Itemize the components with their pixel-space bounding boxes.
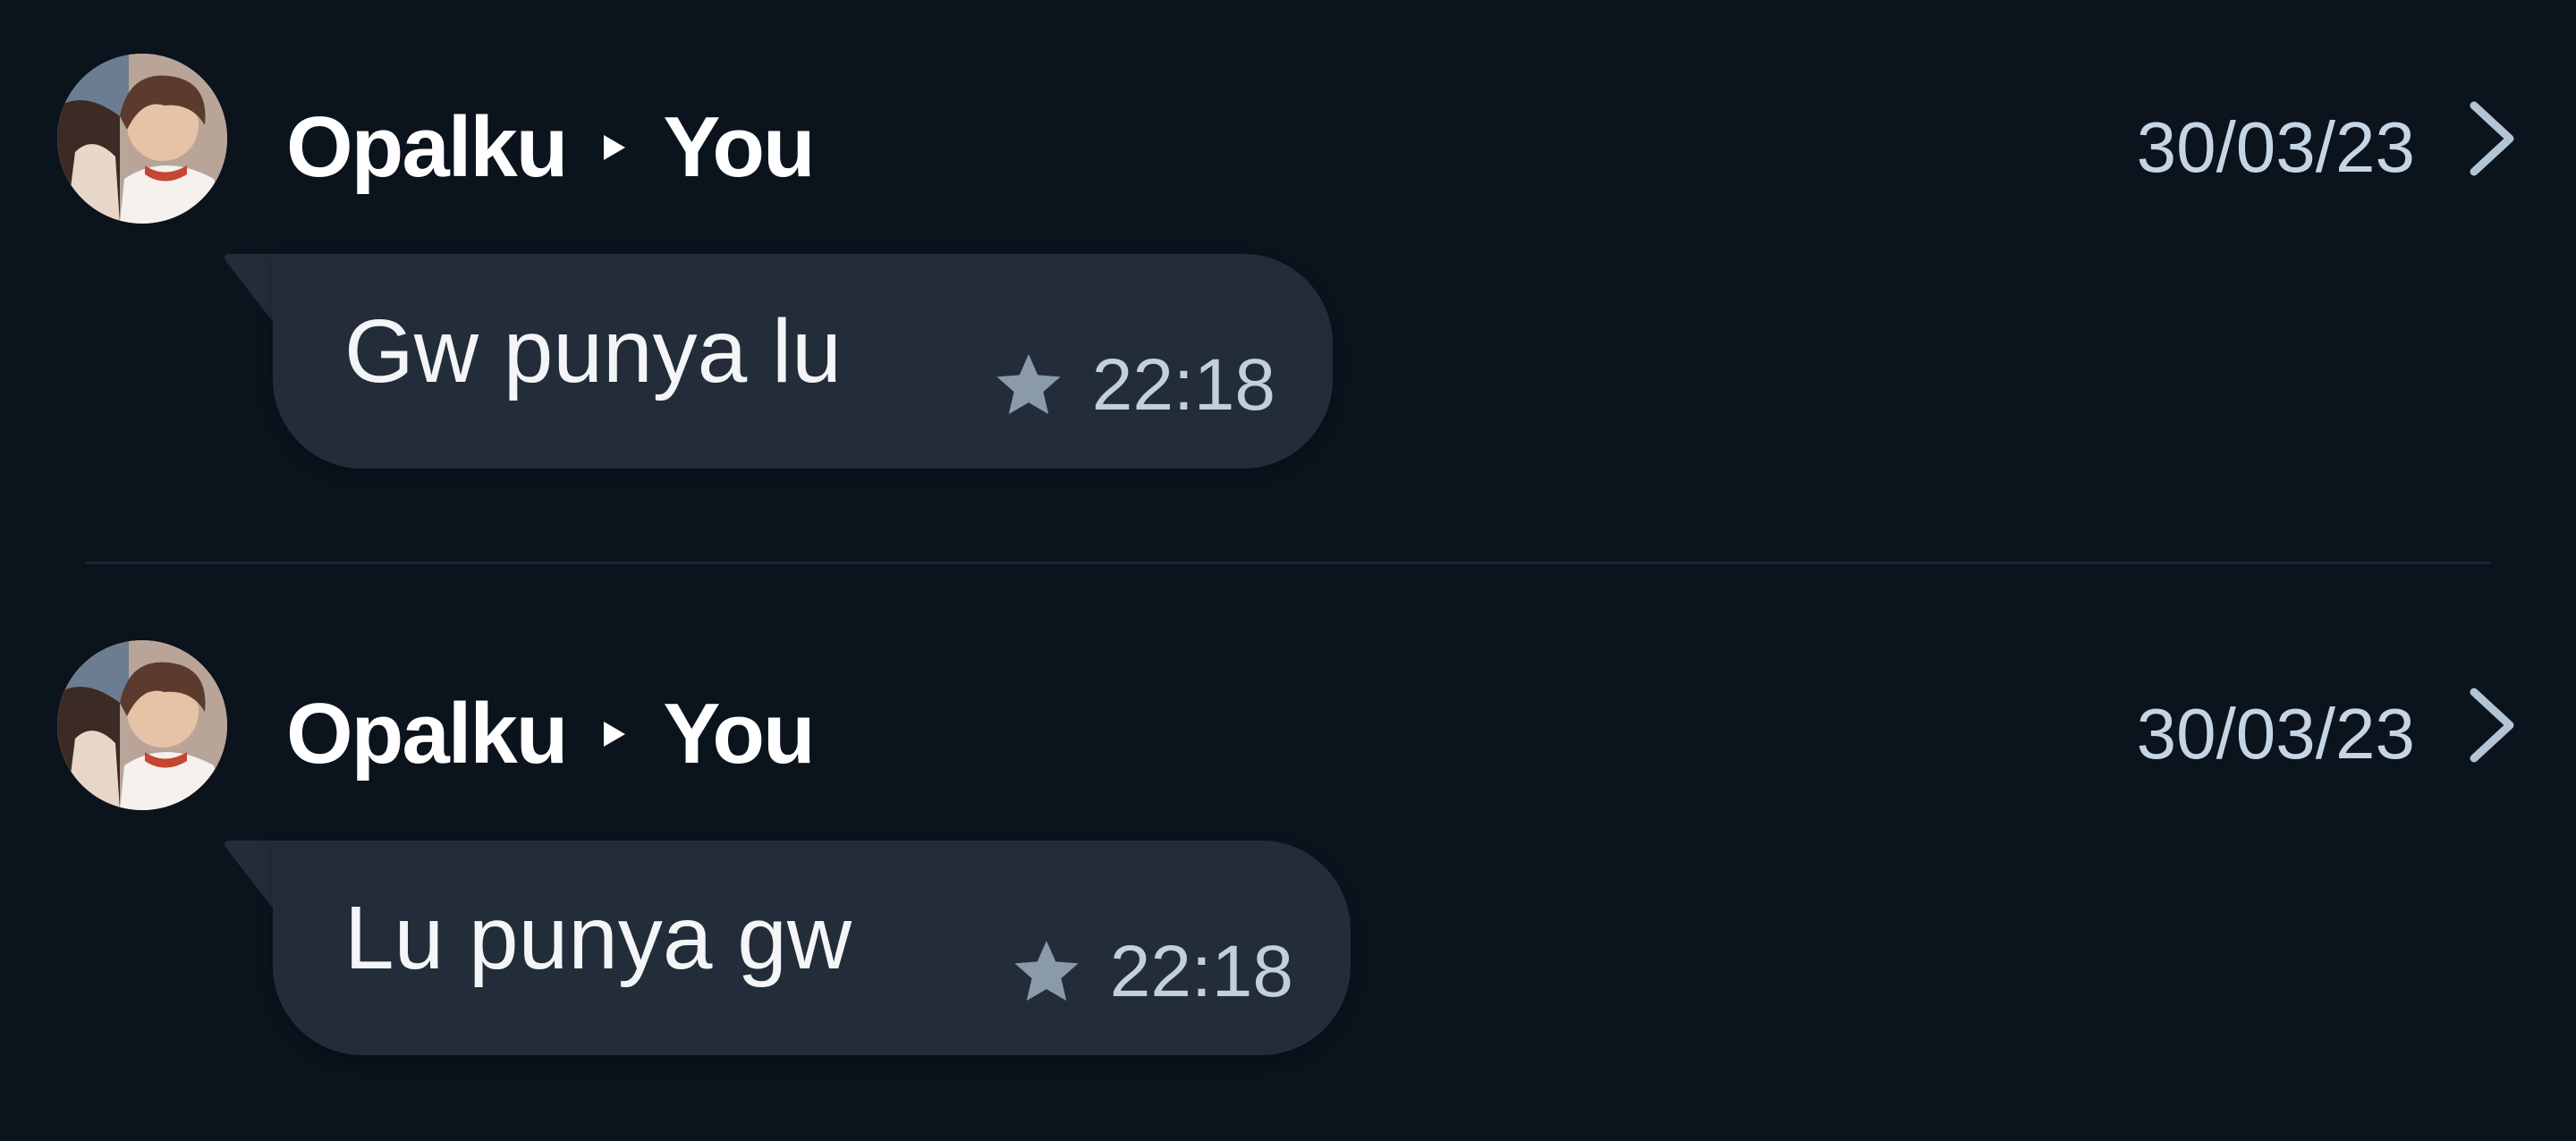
message-meta: 22:18 [992,343,1275,427]
sender-name: Opalku [286,686,568,782]
direction-arrow-icon [604,722,626,747]
recipient-name: You [663,99,815,195]
chevron-right-icon[interactable] [2462,685,2524,765]
starred-message-item[interactable]: Opalku You 30/03/23 Lu punya gw 22:18 [0,587,2576,1114]
message-date: 30/03/23 [2136,107,2415,187]
message-time: 22:18 [1091,344,1275,426]
message-bubble[interactable]: Lu punya gw 22:18 [273,841,1351,1055]
recipient-name: You [663,686,815,782]
conversation-header: Opalku You [286,89,816,206]
star-icon [996,354,1061,415]
sender-name: Opalku [286,99,568,195]
direction-arrow-icon [604,135,626,160]
message-text: Gw punya lu [344,301,842,401]
conversation-header: Opalku You [286,676,816,792]
message-meta: 22:18 [1010,930,1293,1014]
message-bubble[interactable]: Gw punya lu 22:18 [273,254,1333,469]
chevron-right-icon[interactable] [2462,98,2524,179]
star-icon [1014,941,1079,1002]
contact-avatar[interactable] [57,54,227,224]
message-date: 30/03/23 [2136,694,2415,773]
message-text: Lu punya gw [344,888,852,988]
starred-message-item[interactable]: Opalku You 30/03/23 Gw punya lu 22:18 [0,0,2576,528]
contact-avatar[interactable] [57,640,227,810]
message-time: 22:18 [1109,931,1293,1012]
divider [86,562,2490,564]
